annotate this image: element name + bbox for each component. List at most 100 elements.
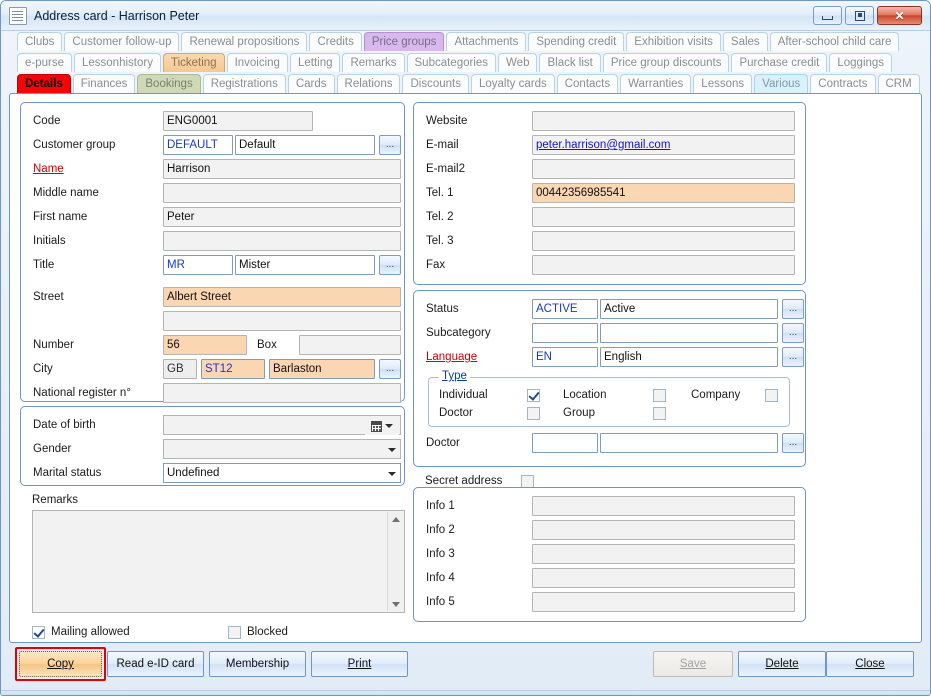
tab-loyalty-cards[interactable]: Loyalty cards	[471, 74, 555, 93]
tab-e-purse[interactable]: e-purse	[17, 53, 72, 72]
initials-field[interactable]	[163, 231, 401, 251]
tab-relations[interactable]: Relations	[337, 74, 401, 93]
mailing-allowed-checkbox[interactable]	[32, 626, 45, 639]
tel2-field[interactable]	[532, 207, 795, 227]
tab-ticketing[interactable]: Ticketing	[163, 53, 225, 72]
tab-finances[interactable]: Finances	[73, 74, 136, 93]
scroll-up-icon[interactable]	[388, 512, 403, 526]
copy-button[interactable]: Copy	[19, 651, 102, 677]
doctor-browse-button[interactable]: ...	[782, 433, 804, 453]
tab-clubs[interactable]: Clubs	[17, 32, 62, 51]
tab-sales[interactable]: Sales	[723, 32, 768, 51]
city-browse-button[interactable]: ...	[379, 359, 401, 379]
tab-price-group-discounts[interactable]: Price group discounts	[603, 53, 730, 72]
tab-registrations[interactable]: Registrations	[203, 74, 286, 93]
blocked-checkbox[interactable]	[228, 626, 241, 639]
tab-details[interactable]: Details	[17, 74, 71, 93]
marital-status-select[interactable]: Undefined	[163, 463, 401, 483]
scroll-down-icon[interactable]	[388, 597, 403, 611]
gender-select[interactable]	[163, 439, 401, 459]
info-3-field[interactable]	[532, 544, 795, 564]
info-5-field[interactable]	[532, 592, 795, 612]
remarks-scrollbar[interactable]	[387, 512, 403, 611]
type-doctor-checkbox[interactable]	[527, 407, 540, 420]
tel3-field[interactable]	[532, 231, 795, 251]
type-company-checkbox[interactable]	[765, 389, 778, 402]
status-code-field[interactable]: ACTIVE	[532, 299, 598, 319]
info-2-field[interactable]	[532, 520, 795, 540]
box-field[interactable]	[299, 335, 401, 355]
subcategory-code-field[interactable]	[532, 323, 598, 343]
language-label[interactable]: Language	[426, 351, 522, 363]
minimize-button[interactable]	[813, 6, 842, 25]
tab-web[interactable]: Web	[498, 53, 537, 72]
info-1-field[interactable]	[532, 496, 795, 516]
date-of-birth-field[interactable]	[163, 415, 401, 435]
tab-remarks[interactable]: Remarks	[342, 53, 404, 72]
remarks-textarea[interactable]	[32, 510, 405, 613]
doctor-name-field[interactable]	[600, 433, 778, 453]
name-label[interactable]: Name	[33, 163, 151, 175]
city-field[interactable]: Barlaston	[269, 359, 375, 379]
subcategory-name-field[interactable]	[600, 323, 778, 343]
type-individual-checkbox[interactable]	[527, 389, 540, 402]
title-code-field[interactable]: MR	[163, 255, 233, 275]
national-register-field[interactable]	[163, 383, 401, 403]
street2-field[interactable]	[163, 311, 401, 331]
customer-group-code-field[interactable]: DEFAULT	[163, 135, 233, 155]
read-eid-card-button[interactable]: Read e-ID card	[107, 651, 204, 677]
language-code-field[interactable]: EN	[532, 347, 598, 367]
email-link[interactable]: peter.harrison@gmail.com	[536, 139, 670, 151]
print-button[interactable]: Print	[311, 651, 408, 677]
close-button-footer[interactable]: Close	[826, 651, 914, 677]
tab-black-list[interactable]: Black list	[539, 53, 600, 72]
tab-letting[interactable]: Letting	[290, 53, 341, 72]
title-browse-button[interactable]: ...	[379, 255, 401, 275]
tab-invoicing[interactable]: Invoicing	[227, 53, 288, 72]
status-browse-button[interactable]: ...	[782, 299, 804, 319]
date-picker-button[interactable]	[365, 417, 399, 435]
number-field[interactable]: 56	[163, 335, 247, 355]
email-field[interactable]: peter.harrison@gmail.com	[532, 135, 795, 155]
tab-contracts[interactable]: Contracts	[810, 74, 875, 93]
middle-name-field[interactable]	[163, 183, 401, 203]
name-field[interactable]: Harrison	[163, 159, 401, 179]
type-group-checkbox[interactable]	[653, 407, 666, 420]
website-field[interactable]	[532, 111, 795, 131]
secret-address-checkbox[interactable]	[521, 475, 534, 488]
tab-lessons[interactable]: Lessons	[693, 74, 752, 93]
doctor-code-field[interactable]	[532, 433, 598, 453]
tab-purchase-credit[interactable]: Purchase credit	[731, 53, 827, 72]
delete-button[interactable]: Delete	[738, 651, 826, 677]
language-name-field[interactable]: English	[600, 347, 778, 367]
tab-bookings[interactable]: Bookings	[137, 74, 200, 93]
email2-field[interactable]	[532, 159, 795, 179]
type-location-checkbox[interactable]	[653, 389, 666, 402]
tab-various[interactable]: Various	[754, 74, 808, 93]
street-field[interactable]: Albert Street	[163, 287, 401, 307]
info-4-field[interactable]	[532, 568, 795, 588]
close-button[interactable]: ✕	[877, 6, 922, 25]
tab-credits[interactable]: Credits	[309, 32, 361, 51]
title-name-field[interactable]: Mister	[235, 255, 375, 275]
tab-loggings[interactable]: Loggings	[829, 53, 892, 72]
tab-cards[interactable]: Cards	[288, 74, 335, 93]
language-browse-button[interactable]: ...	[782, 347, 804, 367]
customer-group-browse-button[interactable]: ...	[379, 135, 401, 155]
tab-warranties[interactable]: Warranties	[620, 74, 691, 93]
tab-discounts[interactable]: Discounts	[402, 74, 469, 93]
tab-customer-follow-up[interactable]: Customer follow-up	[64, 32, 179, 51]
tab-renewal-propositions[interactable]: Renewal propositions	[181, 32, 307, 51]
maximize-button[interactable]	[845, 6, 874, 25]
customer-group-name-field[interactable]: Default	[235, 135, 375, 155]
tab-contacts[interactable]: Contacts	[557, 74, 618, 93]
fax-field[interactable]	[532, 255, 795, 275]
status-name-field[interactable]: Active	[600, 299, 778, 319]
first-name-field[interactable]: Peter	[163, 207, 401, 227]
postal-code-field[interactable]: ST12	[201, 359, 265, 379]
tab-exhibition-visits[interactable]: Exhibition visits	[626, 32, 721, 51]
tab-lessonhistory[interactable]: Lessonhistory	[74, 53, 161, 72]
tab-after-school-child-care[interactable]: After-school child care	[770, 32, 900, 51]
subcategory-browse-button[interactable]: ...	[782, 323, 804, 343]
tab-crm[interactable]: CRM	[878, 74, 920, 93]
